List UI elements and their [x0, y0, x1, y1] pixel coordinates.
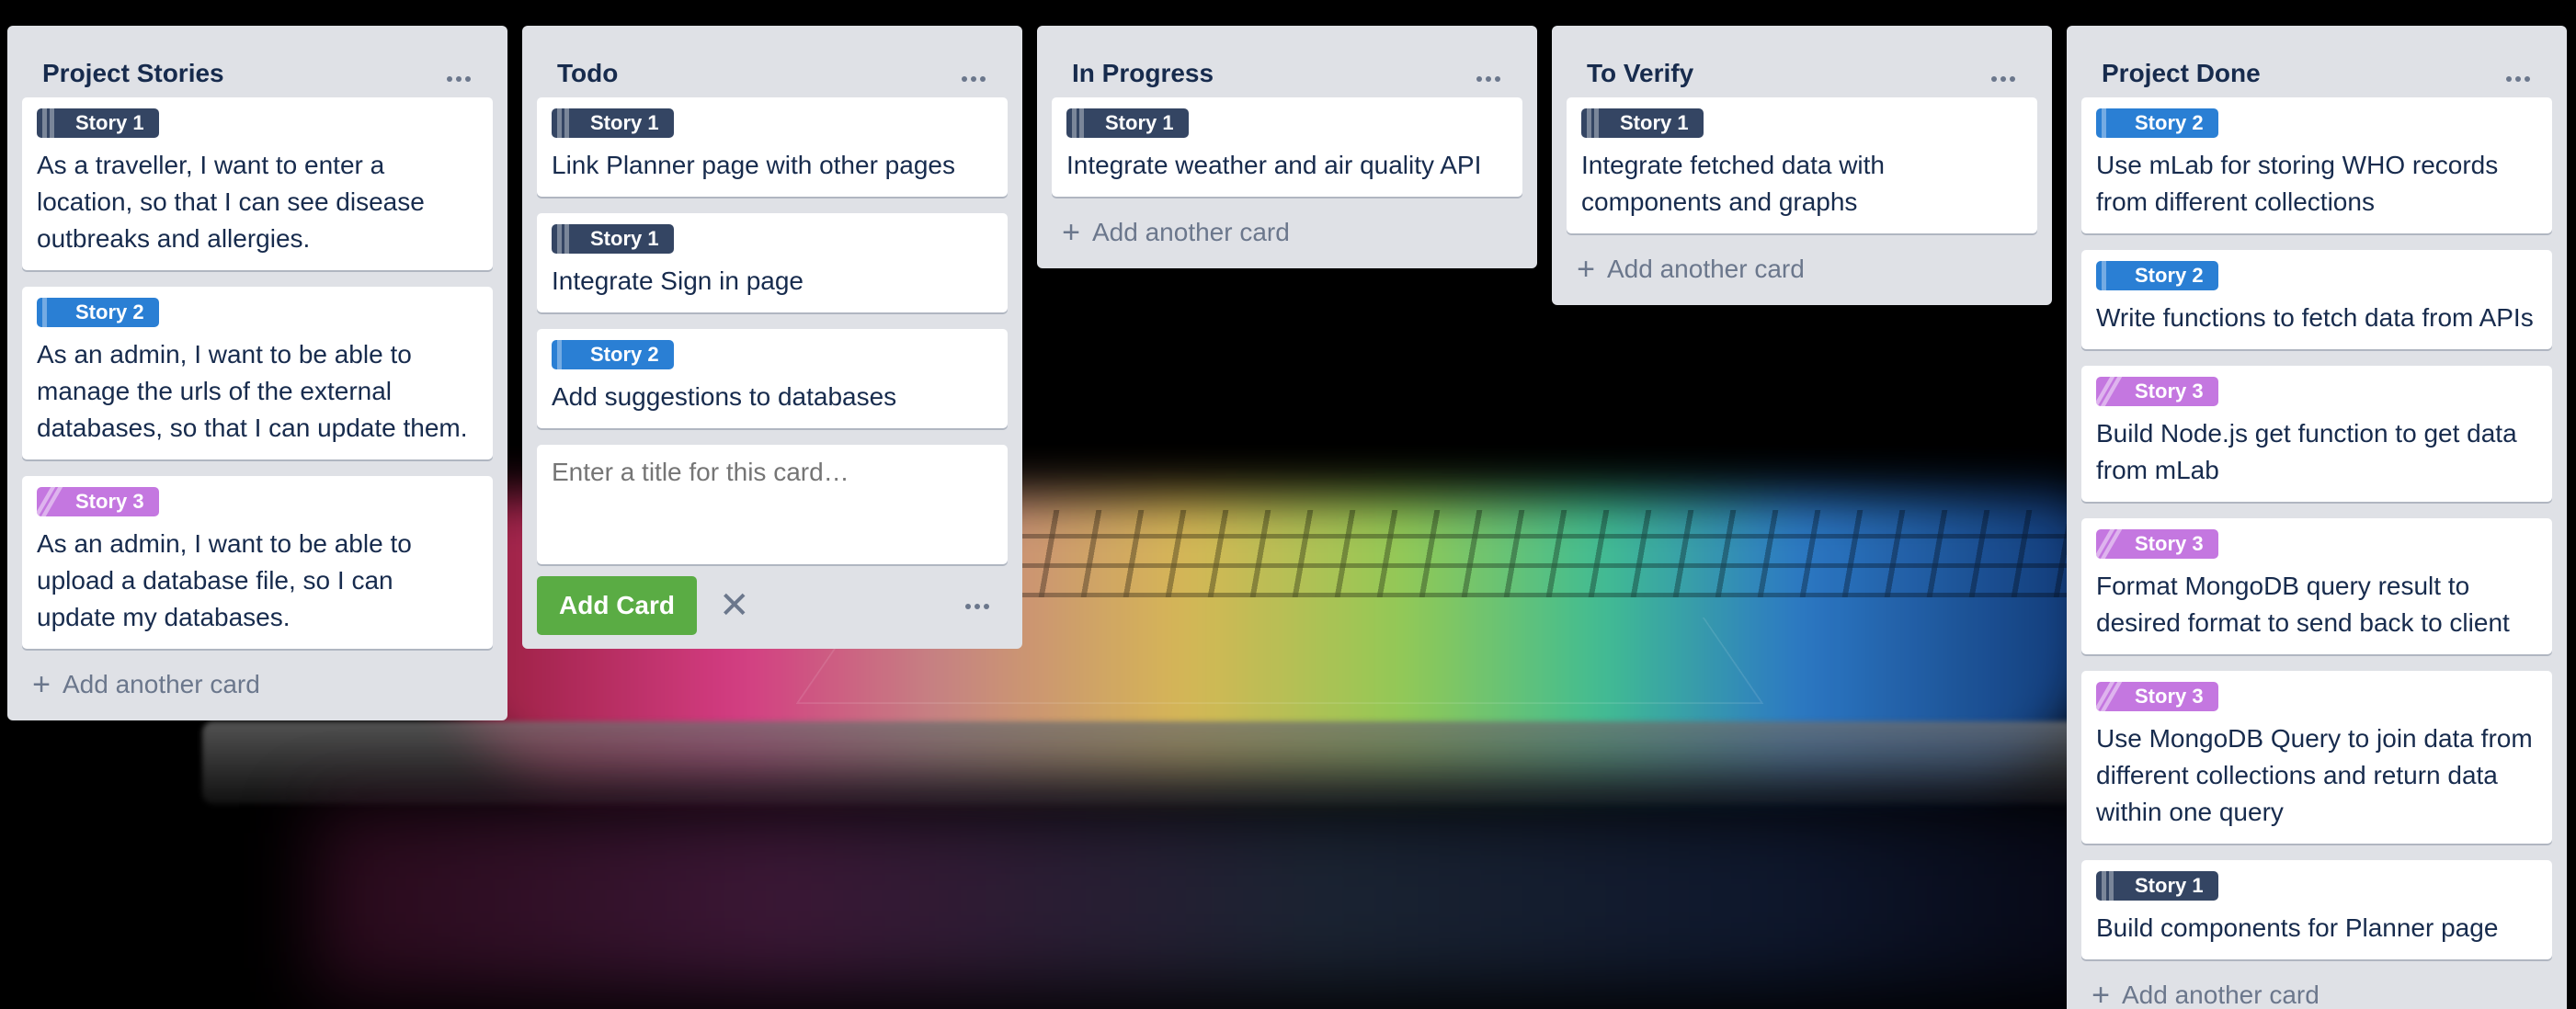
list-title: Todo [557, 59, 619, 87]
add-card-button[interactable]: + Add another card [1567, 233, 2037, 305]
list-todo: Todo Story 1 Link Planner page with othe… [522, 26, 1022, 649]
card[interactable]: Story 1 Integrate Sign in page [537, 213, 1008, 312]
list-title: To Verify [1587, 59, 1694, 87]
card[interactable]: Story 3 Format MongoDB query result to d… [2081, 518, 2552, 654]
label-story-2: Story 2 [552, 340, 674, 369]
card-title: Link Planner page with other pages [552, 151, 955, 179]
card-title: Integrate fetched data with components a… [1581, 151, 1885, 216]
card-title: Build components for Planner page [2096, 913, 2499, 942]
card[interactable]: Story 3 Use MongoDB Query to join data f… [2081, 671, 2552, 844]
close-icon[interactable]: ✕ [719, 587, 750, 624]
board: Project Stories Story 1 As a traveller, … [0, 0, 2576, 1009]
label-story-1: Story 1 [1066, 108, 1189, 138]
new-card-title-input[interactable] [537, 445, 1008, 564]
composer-controls: Add Card ✕ [537, 564, 1008, 647]
plus-icon: + [1062, 215, 1080, 250]
list-header: To Verify [1567, 26, 2037, 97]
label-story-1: Story 1 [37, 108, 159, 138]
list-menu-icon[interactable] [445, 58, 473, 89]
more-options-icon[interactable] [963, 597, 991, 614]
list-project-done: Project Done Story 2 Use mLab for storin… [2067, 26, 2567, 1009]
card[interactable]: Story 1 Link Planner page with other pag… [537, 97, 1008, 197]
list-header: Project Stories [22, 26, 493, 97]
card-title: Build Node.js get function to get data f… [2096, 419, 2517, 484]
list-header: Todo [537, 26, 1008, 97]
list-menu-icon[interactable] [2504, 58, 2532, 89]
list-menu-icon[interactable] [960, 58, 987, 89]
card[interactable]: Story 2 Add suggestions to databases [537, 329, 1008, 428]
list-menu-icon[interactable] [1475, 58, 1502, 89]
card-title: Write functions to fetch data from APIs [2096, 303, 2534, 332]
card[interactable]: Story 3 Build Node.js get function to ge… [2081, 366, 2552, 502]
list-title: Project Stories [42, 59, 224, 87]
card-title: Integrate weather and air quality API [1066, 151, 1482, 179]
add-card-label: Add another card [1092, 218, 1290, 246]
label-story-3: Story 3 [37, 487, 159, 516]
label-story-1: Story 1 [552, 108, 674, 138]
add-card-button[interactable]: + Add another card [1052, 197, 1522, 268]
list-in-progress: In Progress Story 1 Integrate weather an… [1037, 26, 1537, 268]
card[interactable]: Story 2 Use mLab for storing WHO records… [2081, 97, 2552, 233]
label-story-3: Story 3 [2096, 377, 2218, 406]
label-story-1: Story 1 [2096, 871, 2218, 901]
label-story-3: Story 3 [2096, 682, 2218, 711]
plus-icon: + [2092, 978, 2110, 1009]
card[interactable]: Story 2 As an admin, I want to be able t… [22, 287, 493, 459]
card[interactable]: Story 1 Build components for Planner pag… [2081, 860, 2552, 959]
card[interactable]: Story 3 As an admin, I want to be able t… [22, 476, 493, 649]
add-card-label: Add another card [1607, 255, 1805, 283]
label-story-1: Story 1 [552, 224, 674, 254]
label-story-1: Story 1 [1581, 108, 1704, 138]
plus-icon: + [32, 667, 51, 702]
card[interactable]: Story 2 Write functions to fetch data fr… [2081, 250, 2552, 349]
plus-icon: + [1577, 252, 1595, 287]
card-title: Format MongoDB query result to desired f… [2096, 572, 2510, 637]
card[interactable]: Story 1 Integrate fetched data with comp… [1567, 97, 2037, 233]
list-project-stories: Project Stories Story 1 As a traveller, … [7, 26, 507, 720]
list-menu-icon[interactable] [1989, 58, 2017, 89]
label-story-2: Story 2 [2096, 108, 2218, 138]
card-title: Use MongoDB Query to join data from diff… [2096, 724, 2533, 826]
card-title: As an admin, I want to be able to upload… [37, 529, 412, 631]
label-story-3: Story 3 [2096, 529, 2218, 559]
add-card-label: Add another card [63, 670, 260, 698]
card[interactable]: Story 1 Integrate weather and air qualit… [1052, 97, 1522, 197]
label-story-2: Story 2 [37, 298, 159, 327]
add-card-button[interactable]: + Add another card [22, 649, 493, 720]
add-card-submit-button[interactable]: Add Card [537, 576, 697, 635]
list-title: Project Done [2102, 59, 2261, 87]
list-header: In Progress [1052, 26, 1522, 97]
list-title: In Progress [1072, 59, 1214, 87]
card[interactable]: Story 1 As a traveller, I want to enter … [22, 97, 493, 270]
add-card-label: Add another card [2122, 981, 2320, 1009]
card-title: Integrate Sign in page [552, 266, 804, 295]
card-title: Add suggestions to databases [552, 382, 897, 411]
list-to-verify: To Verify Story 1 Integrate fetched data… [1552, 26, 2052, 305]
card-title: Use mLab for storing WHO records from di… [2096, 151, 2499, 216]
add-card-button[interactable]: + Add another card [2081, 959, 2552, 1009]
card-title: As a traveller, I want to enter a locati… [37, 151, 425, 253]
card-title: As an admin, I want to be able to manage… [37, 340, 468, 442]
label-story-2: Story 2 [2096, 261, 2218, 290]
list-header: Project Done [2081, 26, 2552, 97]
